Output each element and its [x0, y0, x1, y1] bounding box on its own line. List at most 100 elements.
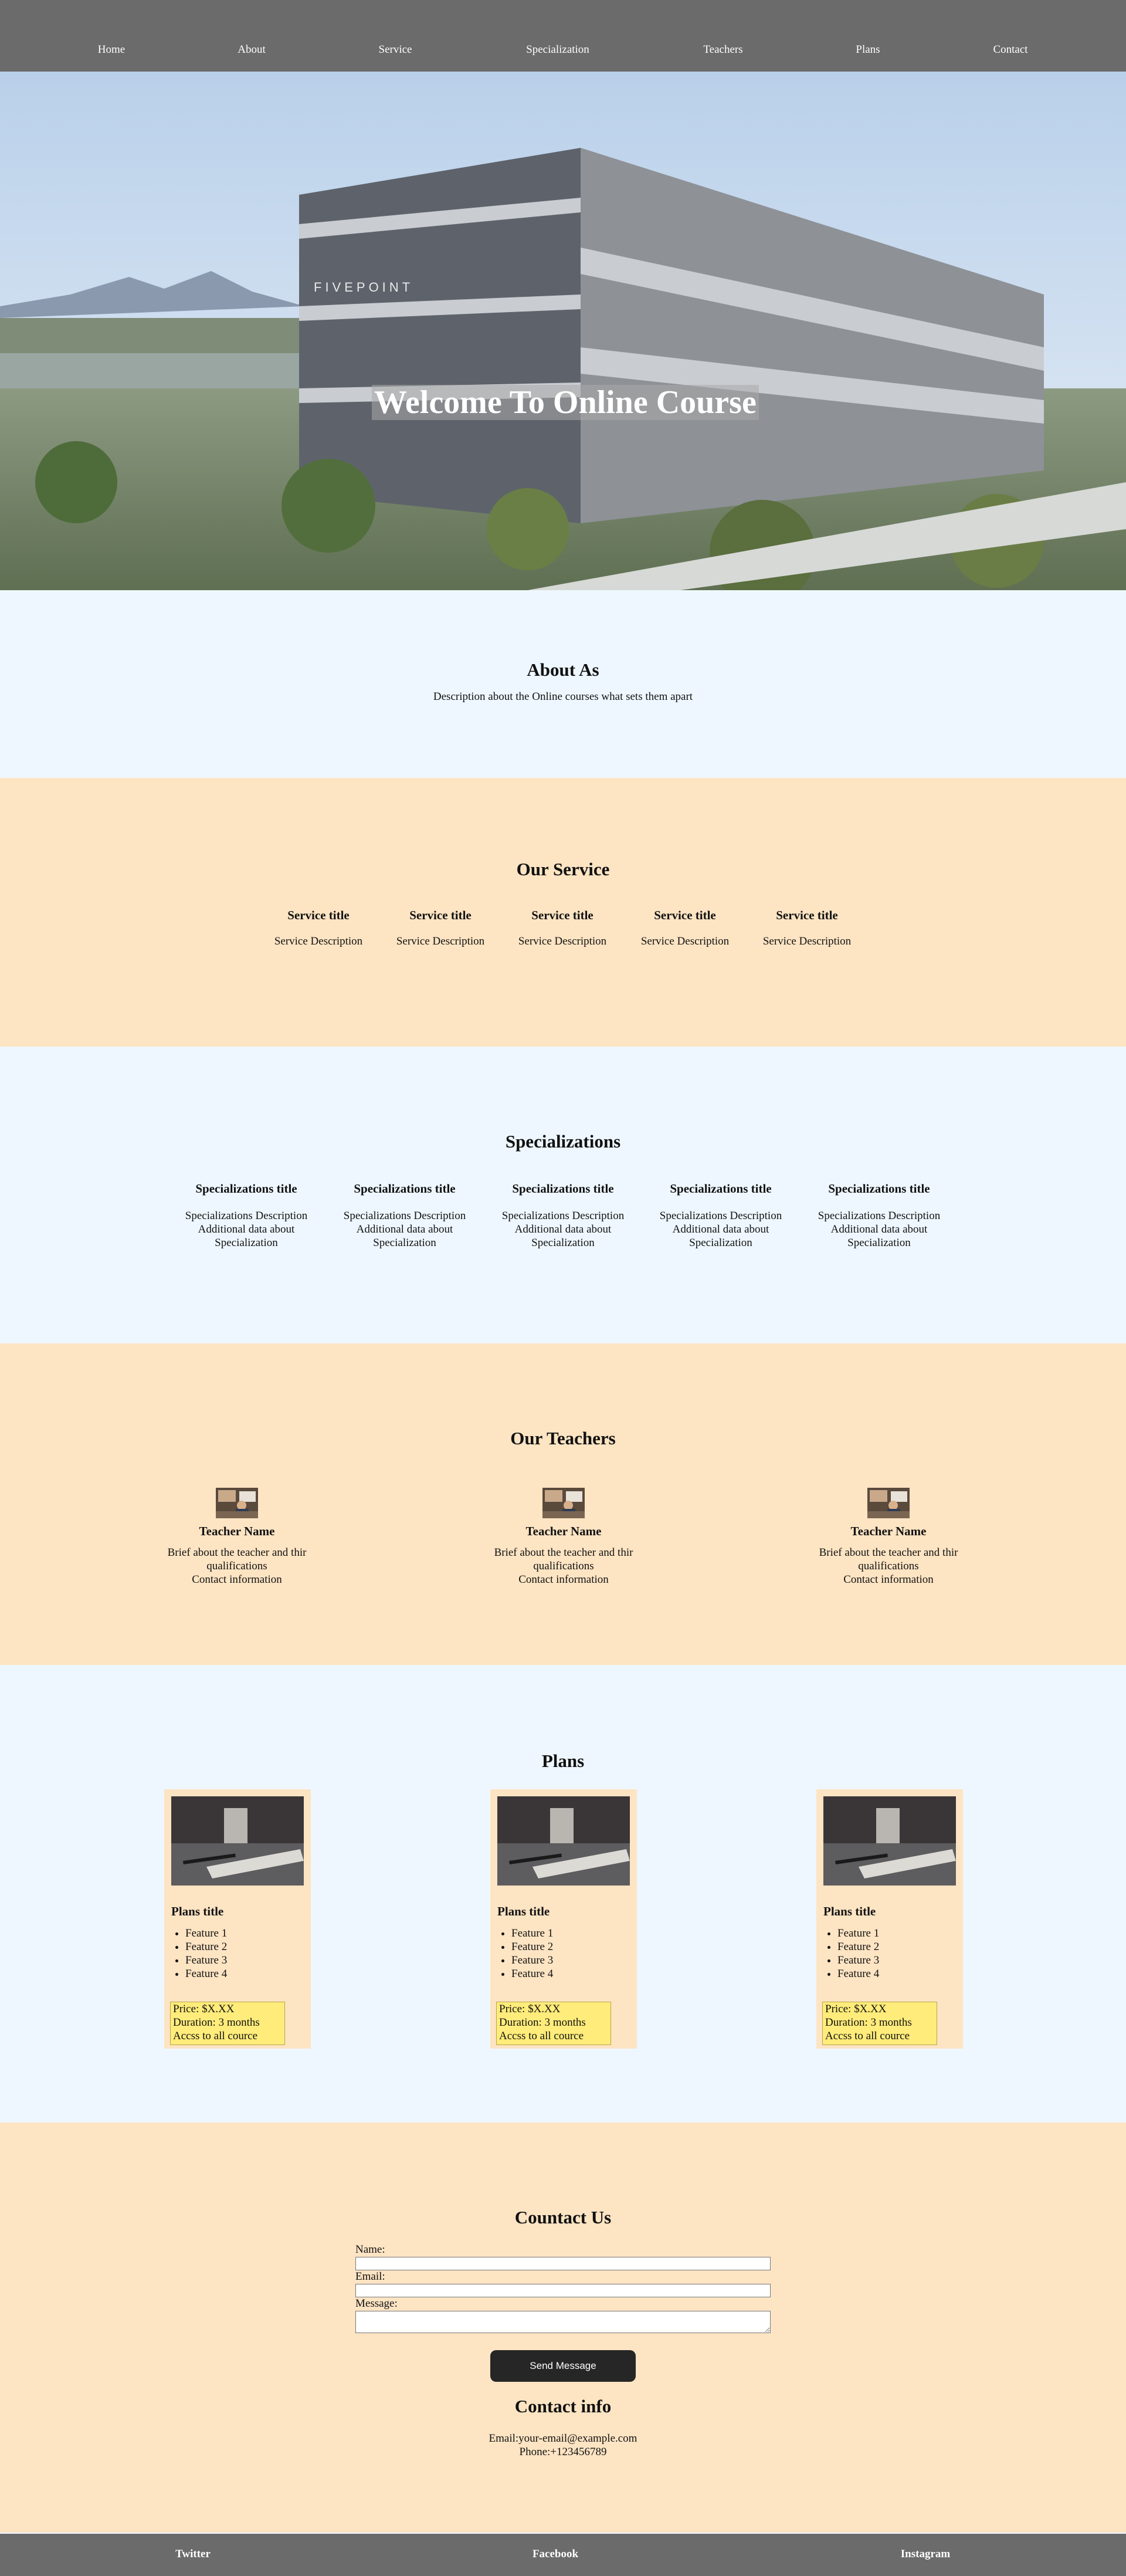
service-description: Service Description	[640, 935, 730, 947]
nav-link-teachers[interactable]: Teachers	[703, 43, 742, 56]
teacher-brief: Brief about the teacher and thir	[494, 1546, 633, 1559]
teacher-name: Teacher Name	[199, 1524, 275, 1538]
message-label: Message:	[355, 2297, 398, 2310]
specialization-card: Specializations title Specializations De…	[179, 1182, 314, 1250]
contact-phone: Phone:+123456789	[519, 2446, 607, 2458]
specialization-extra: Additional data about	[198, 1223, 295, 1235]
specialization-extra: Additional data about	[672, 1223, 769, 1235]
plan-feature-list: Feature 1 Feature 2 Feature 3 Feature 4	[497, 1927, 553, 1981]
plan-feature: Feature 2	[185, 1940, 227, 1954]
specializations-title: Specializations	[505, 1131, 621, 1152]
services-section: Our Service Service title Service Descri…	[0, 778, 1126, 1047]
service-card: Service title Service Description	[274, 908, 362, 948]
plan-price: Price: $X.XX	[173, 2003, 235, 2015]
svg-text:FIVEPOINT: FIVEPOINT	[314, 280, 413, 295]
nav-link-specialization[interactable]: Specialization	[526, 43, 589, 56]
specialization-extra: Specialization	[215, 1237, 278, 1249]
specialization-extra: Specialization	[531, 1237, 595, 1249]
nav-link-about[interactable]: About	[238, 43, 266, 56]
teacher-photo	[542, 1488, 585, 1518]
specializations-section: Specializations Specializations title Sp…	[0, 1047, 1126, 1343]
plan-card: Plans title Feature 1 Feature 2 Feature …	[816, 1789, 963, 2049]
email-label: Email:	[355, 2270, 385, 2283]
nav-link-plans[interactable]: Plans	[856, 43, 880, 56]
specialization-card: Specializations title Specializations De…	[812, 1182, 947, 1250]
teacher-card: Teacher Name Brief about the teacher and…	[158, 1488, 316, 1586]
teacher-brief: Brief about the teacher and thir	[819, 1546, 958, 1559]
plan-feature: Feature 1	[511, 1927, 553, 1940]
plan-feature: Feature 1	[185, 1927, 227, 1940]
hero-title: Welcome To Online Course	[372, 385, 759, 420]
specialization-card: Specializations title Specializations De…	[653, 1182, 788, 1250]
send-message-button[interactable]: Send Message	[490, 2350, 636, 2382]
about-description: Description about the Online courses wha…	[433, 690, 693, 703]
service-card: Service title Service Description	[641, 908, 729, 948]
teacher-brief: Brief about the teacher and thir	[167, 1546, 307, 1559]
footer: Twitter Facebook Instagram	[0, 2534, 1126, 2576]
name-label: Name:	[355, 2243, 385, 2256]
nav-link-service[interactable]: Service	[379, 43, 412, 56]
plan-feature: Feature 2	[511, 1940, 553, 1954]
specialization-description: Specializations Description	[343, 1210, 466, 1222]
plan-title: Plans title	[497, 1904, 550, 1918]
teacher-contact: Contact information	[843, 1573, 934, 1586]
teacher-card: Teacher Name Brief about the teacher and…	[809, 1488, 968, 1586]
nav-link-home[interactable]: Home	[98, 43, 125, 56]
teacher-photo	[867, 1488, 910, 1518]
specialization-title: Specializations title	[512, 1182, 614, 1196]
plan-title: Plans title	[823, 1904, 876, 1918]
teacher-brief: qualifications	[533, 1560, 594, 1572]
plan-price: Price: $X.XX	[825, 2003, 887, 2015]
plans-title: Plans	[541, 1751, 585, 1771]
plan-access: Accss to all cource	[173, 2030, 258, 2042]
plan-access: Accss to all cource	[825, 2030, 910, 2042]
plan-duration: Duration: 3 months	[825, 2016, 912, 2029]
plan-price-box: Price: $X.XX Duration: 3 months Accss to…	[822, 2002, 937, 2045]
service-description: Service Description	[274, 935, 363, 947]
service-description: Service Description	[396, 935, 485, 947]
footer-link-instagram[interactable]: Instagram	[901, 2548, 950, 2561]
plan-feature-list: Feature 1 Feature 2 Feature 3 Feature 4	[823, 1927, 879, 1981]
teacher-contact: Contact information	[192, 1573, 282, 1586]
plan-title: Plans title	[171, 1904, 224, 1918]
plan-price: Price: $X.XX	[499, 2003, 561, 2015]
specialization-card: Specializations title Specializations De…	[337, 1182, 472, 1250]
specialization-title: Specializations title	[354, 1182, 456, 1196]
specialization-extra: Additional data about	[356, 1223, 453, 1235]
plans-section: Plans Plans title Feature 1 Feature 2 Fe…	[0, 1665, 1126, 2123]
email-input[interactable]	[355, 2284, 771, 2297]
service-title: Service title	[776, 908, 838, 922]
specialization-description: Specializations Description	[818, 1210, 941, 1222]
navbar: Home About Service Specialization Teache…	[0, 0, 1126, 72]
service-card: Service title Service Description	[763, 908, 851, 948]
plan-card: Plans title Feature 1 Feature 2 Feature …	[164, 1789, 311, 2049]
name-input[interactable]	[355, 2257, 771, 2270]
teacher-photo	[216, 1488, 258, 1518]
service-title: Service title	[287, 908, 350, 922]
plan-price-box: Price: $X.XX Duration: 3 months Accss to…	[496, 2002, 611, 2045]
plan-feature: Feature 3	[185, 1954, 227, 1967]
message-textarea[interactable]	[355, 2311, 771, 2333]
plan-access: Accss to all cource	[499, 2030, 584, 2042]
about-title: About As	[527, 659, 599, 680]
specialization-card: Specializations title Specializations De…	[496, 1182, 630, 1250]
service-card: Service title Service Description	[518, 908, 606, 948]
service-description: Service Description	[518, 935, 607, 947]
specialization-description: Specializations Description	[185, 1210, 308, 1222]
nav-link-contact[interactable]: Contact	[993, 43, 1027, 56]
plan-card: Plans title Feature 1 Feature 2 Feature …	[490, 1789, 637, 2049]
contact-email: Email:your-email@example.com	[489, 2432, 637, 2445]
plan-image	[171, 1796, 304, 1886]
services-title: Our Service	[516, 859, 610, 879]
teacher-contact: Contact information	[518, 1573, 609, 1586]
plan-feature: Feature 2	[837, 1940, 879, 1954]
footer-link-facebook[interactable]: Facebook	[533, 2548, 578, 2561]
plan-image	[823, 1796, 956, 1886]
footer-link-twitter[interactable]: Twitter	[175, 2548, 211, 2561]
specialization-title: Specializations title	[670, 1182, 772, 1196]
plan-feature-list: Feature 1 Feature 2 Feature 3 Feature 4	[171, 1927, 227, 1981]
plan-feature: Feature 4	[185, 1967, 227, 1981]
contact-info-title: Contact info	[514, 2396, 612, 2416]
specialization-title: Specializations title	[828, 1182, 930, 1196]
service-description: Service Description	[762, 935, 852, 947]
